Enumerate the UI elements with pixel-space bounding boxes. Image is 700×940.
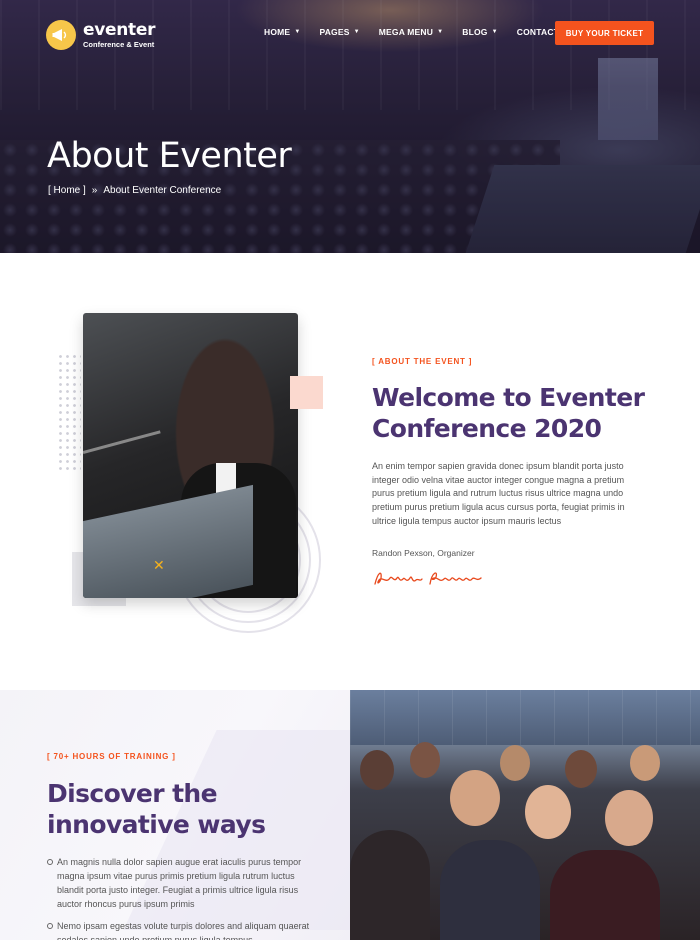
audience-head-decor xyxy=(440,840,540,940)
lectern-decor xyxy=(83,484,253,598)
author-name: Randon Pexson, Organizer xyxy=(372,548,475,558)
hero-banner: eventer Conference & Event HOME ▼ PAGES ▼ … xyxy=(0,0,700,253)
chevron-down-icon: ▼ xyxy=(491,29,498,35)
audience-head-decor xyxy=(410,742,440,778)
microphone-decor xyxy=(83,430,161,454)
audience-photo xyxy=(350,690,700,940)
nav-item-label: MEGA MENU xyxy=(378,27,434,37)
buy-ticket-button[interactable]: BUY YOUR TICKET xyxy=(555,21,654,45)
nav-item-home[interactable]: HOME ▼ xyxy=(264,27,300,37)
list-item: Nemo ipsam egestas volute turpis dolores… xyxy=(47,919,312,940)
breadcrumb-home-link[interactable]: [ Home ] xyxy=(48,185,86,196)
main-nav: HOME▼ PAGES▼ MEGA MENU▼ BLOG▼ CONTACTS▼ xyxy=(264,27,594,37)
audience-head-decor xyxy=(605,790,653,846)
audience-head-decor xyxy=(350,830,430,940)
discover-eyebrow: [ 70+ HOURS OF TRAINING ] xyxy=(47,752,176,761)
audience-head-decor xyxy=(450,770,500,826)
speaker-photo: ✕ xyxy=(83,313,298,598)
nav-item-mega-menu[interactable]: MEGA MENU ▼ xyxy=(379,27,444,37)
chevron-down-icon: ▼ xyxy=(437,29,444,35)
site-logo[interactable]: eventer Conference & Event xyxy=(46,20,155,50)
discover-bullet-list: An magnis nulla dolor sapien augue erat … xyxy=(47,855,312,940)
audience-head-decor xyxy=(525,785,571,839)
pink-square-decor xyxy=(290,376,323,409)
nav-item-label: PAGES xyxy=(319,27,350,37)
logo-tagline: Conference & Event xyxy=(83,39,155,49)
about-text: An enim tempor sapien gravida donec ipsu… xyxy=(372,461,625,526)
breadcrumb-current: About Eventer Conference xyxy=(103,185,222,196)
signature-image xyxy=(374,572,482,585)
page-title: About Eventer xyxy=(47,136,292,176)
nav-item-label: BLOG xyxy=(462,27,488,37)
breadcrumb: [ Home ] » About Eventer Conference xyxy=(48,185,227,196)
dot-pattern-decor xyxy=(57,353,81,471)
list-item: An magnis nulla dolor sapien augue erat … xyxy=(47,855,312,911)
audience-head-decor xyxy=(500,745,530,781)
megaphone-icon xyxy=(46,20,76,50)
audience-wall-decor xyxy=(350,690,700,745)
nav-item-blog[interactable]: BLOG ▼ xyxy=(462,27,498,37)
chevron-down-icon: ▼ xyxy=(294,29,301,35)
audience-head-decor xyxy=(550,850,660,940)
discover-title: Discover the innovative ways xyxy=(47,779,266,839)
audience-head-decor xyxy=(565,750,597,788)
logo-name: eventer xyxy=(83,19,156,40)
about-eyebrow: [ ABOUT THE EVENT ] xyxy=(372,357,473,366)
audience-head-decor xyxy=(360,750,394,790)
audience-head-decor xyxy=(630,745,660,781)
megaphone-icon-svg xyxy=(52,29,67,41)
about-title: Welcome to Eventer Conference 2020 xyxy=(372,383,645,443)
chevron-down-icon: ▼ xyxy=(353,29,360,35)
sparkle-icon: ✕ xyxy=(153,557,165,573)
nav-item-label: HOME xyxy=(264,27,291,37)
breadcrumb-separator: » xyxy=(91,185,98,196)
nav-item-pages[interactable]: PAGES ▼ xyxy=(319,27,359,37)
